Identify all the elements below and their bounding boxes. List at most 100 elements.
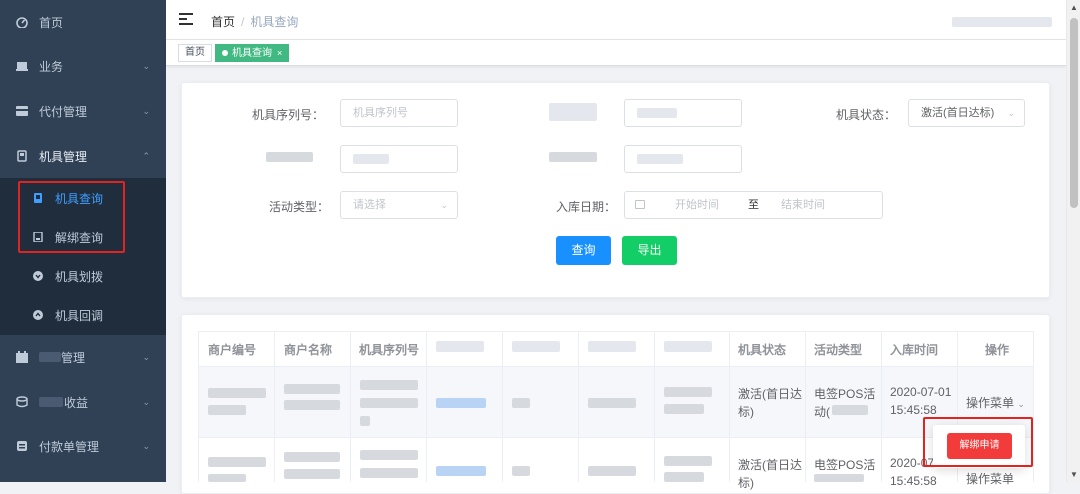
- column-header-redacted: [664, 341, 712, 352]
- query-button[interactable]: 查询: [556, 236, 611, 265]
- sidebar-item-payment[interactable]: 代付管理 ⌄: [0, 89, 166, 133]
- date-cell: 2020-07-01: [890, 385, 952, 399]
- top-navbar: 首页 / 机具查询: [166, 0, 1066, 40]
- active-dot-icon: [222, 50, 228, 56]
- sidebar-item-business[interactable]: 业务 ⌄: [0, 44, 166, 88]
- sidebar-subitem-label: 解绑查询: [55, 230, 104, 245]
- date-start-input[interactable]: 开始时间: [675, 192, 719, 218]
- serial-link[interactable]: [436, 398, 486, 408]
- chevron-down-icon: ⌄: [142, 396, 150, 407]
- redacted-input[interactable]: [624, 145, 742, 173]
- status-cell: 标): [738, 476, 754, 490]
- sidebar-subitem-label: 机具查询: [55, 191, 104, 206]
- sidebar-item-label: 首页: [39, 15, 64, 30]
- close-icon[interactable]: ×: [277, 48, 282, 58]
- date-label: 入库日期：: [556, 200, 617, 214]
- breadcrumb: 首页 / 机具查询: [211, 13, 298, 30]
- sidebar-item-invoice[interactable]: 付款单管理 ⌄: [0, 424, 166, 468]
- sidebar-subitem-unbind-query[interactable]: 解绑查询: [0, 217, 166, 257]
- scroll-up-icon[interactable]: ▲: [1070, 3, 1078, 12]
- sidebar-item-label: 业务: [39, 59, 64, 74]
- calendar-icon: [16, 351, 28, 363]
- column-header: 活动类型: [814, 343, 863, 357]
- scrollbar-thumb[interactable]: [1070, 18, 1078, 208]
- sidebar-subitem-label: 机具划拨: [55, 269, 104, 284]
- column-header: 商户编号: [208, 343, 257, 357]
- status-select[interactable]: 激活(首日达标) ⌄: [908, 99, 1025, 127]
- page-scrollbar[interactable]: ▲ ▼: [1066, 0, 1080, 482]
- time-cell: 15:45:58: [890, 403, 937, 417]
- activity-select[interactable]: 请选择 ⌄: [340, 191, 458, 219]
- date-cell: 2020-07-: [890, 456, 939, 470]
- calendar-icon: [635, 200, 645, 209]
- sidebar-item-home[interactable]: 首页: [0, 0, 166, 44]
- column-header: 商户名称: [284, 343, 333, 357]
- redacted-label: [549, 103, 597, 121]
- chevron-down-icon: ⌄: [1007, 108, 1015, 118]
- action-menu[interactable]: 操作菜单 ⌄: [966, 394, 1025, 411]
- dashboard-icon: [16, 16, 28, 29]
- redacted-text: [39, 352, 61, 362]
- serial-label: 机具序列号：: [252, 108, 325, 122]
- sidebar: 首页 业务 ⌄ 代付管理 ⌄ 机具管理 ⌃ 机具查询 解绑查询 机具划拨 机具回…: [0, 0, 166, 482]
- serial-input[interactable]: 机具序列号: [340, 99, 458, 127]
- status-cell: 激活(首日达: [738, 387, 802, 401]
- column-header: 机具状态: [738, 343, 787, 357]
- device-icon: [16, 150, 28, 162]
- action-menu[interactable]: 操作菜单: [966, 470, 1014, 487]
- chevron-down-icon: ⌄: [440, 200, 448, 210]
- column-header: 入库时间: [890, 343, 939, 357]
- sidebar-item-label: 机具管理: [39, 149, 88, 164]
- time-cell: 15:45:58: [890, 474, 937, 488]
- unbind-query-icon: [33, 231, 43, 243]
- tab-home[interactable]: 首页: [178, 44, 212, 62]
- activity-cell: 电签POS活: [814, 458, 876, 472]
- status-cell: 激活(首日达: [738, 458, 802, 472]
- redacted-input[interactable]: [340, 145, 458, 173]
- hamburger-icon[interactable]: [179, 13, 193, 25]
- action-menu-label: 操作菜单: [966, 472, 1015, 486]
- sidebar-item-device[interactable]: 机具管理 ⌃: [0, 134, 166, 178]
- export-button[interactable]: 导出: [622, 236, 677, 265]
- sidebar-item-label: 付款单管理: [39, 439, 100, 454]
- activity-cell: 电签POS活: [814, 387, 876, 401]
- status-cell: 标): [738, 405, 754, 419]
- scroll-down-icon[interactable]: ▼: [1070, 470, 1078, 479]
- breadcrumb-home[interactable]: 首页: [211, 15, 235, 29]
- chevron-down-icon: ⌄: [142, 105, 150, 116]
- chevron-down-icon: ⌄: [142, 351, 150, 362]
- column-header-redacted: [512, 341, 560, 352]
- serial-link[interactable]: [436, 466, 486, 476]
- sidebar-subitem-label: 机具回调: [55, 308, 104, 323]
- sidebar-item-label: 收益: [64, 395, 89, 410]
- tab-label: 首页: [185, 47, 205, 58]
- column-header: 操作: [985, 343, 1010, 357]
- activity-cell: 动(: [814, 405, 830, 419]
- sidebar-item-management[interactable]: 管理 ⌄: [0, 335, 166, 379]
- income-icon: [16, 396, 28, 408]
- tags-view: 首页 机具查询 ×: [166, 40, 1066, 66]
- chevron-up-icon: ⌃: [142, 150, 150, 161]
- recall-icon: [33, 310, 43, 320]
- column-header-redacted: [436, 341, 484, 352]
- chevron-down-icon: ⌄: [1017, 399, 1025, 409]
- status-select-value: 激活(首日达标): [921, 107, 995, 119]
- sidebar-subitem-device-search[interactable]: 机具查询: [0, 178, 166, 218]
- tab-device-search[interactable]: 机具查询 ×: [215, 44, 290, 62]
- sidebar-item-income[interactable]: 收益 ⌄: [0, 380, 166, 424]
- date-end-input[interactable]: 结束时间: [781, 192, 825, 218]
- sidebar-item-label: 代付管理: [39, 104, 88, 119]
- sidebar-subitem-transfer[interactable]: 机具划拨: [0, 256, 166, 296]
- sidebar-subitem-recall[interactable]: 机具回调: [0, 295, 166, 335]
- user-menu[interactable]: [952, 17, 1052, 27]
- column-header-redacted: [588, 341, 636, 352]
- action-menu-label: 操作菜单: [966, 396, 1015, 410]
- redacted-input[interactable]: [624, 99, 742, 127]
- sidebar-item-label: 管理: [61, 350, 86, 365]
- chevron-down-icon: ⌄: [142, 60, 150, 71]
- date-range-picker[interactable]: 开始时间 至 结束时间: [624, 191, 883, 219]
- payment-icon: [16, 105, 28, 117]
- transfer-icon: [33, 271, 43, 281]
- redacted-text: [39, 397, 63, 407]
- unbind-request-button[interactable]: 解绑申请: [947, 433, 1012, 459]
